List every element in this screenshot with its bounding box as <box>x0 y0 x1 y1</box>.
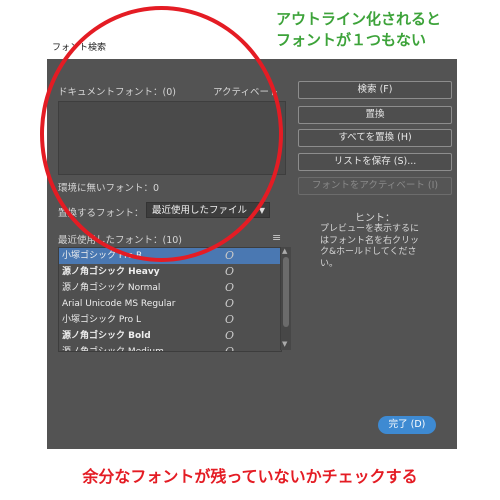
hint-body: プレビューを表示するにはフォント名を右クリック&ホールドしてください。 <box>320 224 420 269</box>
document-fonts-label: ドキュメントフォント：(0) <box>58 87 176 98</box>
font-list-item[interactable]: 小塚ゴシック Pro R O <box>59 248 281 264</box>
font-name: 小塚ゴシック Pro R <box>62 251 143 261</box>
list-options-icon[interactable]: ≡ <box>272 231 281 244</box>
opentype-icon: O <box>225 313 235 326</box>
opentype-icon: O <box>225 297 235 310</box>
opentype-icon: O <box>225 249 235 262</box>
missing-fonts-label: 環境に無いフォント：0 <box>58 183 160 194</box>
find-button[interactable]: 検索 (F) <box>298 81 452 99</box>
replace-with-label: 置換するフォント： <box>58 208 144 219</box>
annotation-green-line1: アウトライン化されると <box>276 10 442 28</box>
font-list-item[interactable]: Arial Unicode MS Regular O <box>59 296 281 312</box>
replace-button[interactable]: 置換 <box>298 106 452 124</box>
hint-title: ヒント： <box>355 213 395 224</box>
opentype-icon: O <box>225 345 235 352</box>
font-list-item[interactable]: 源ノ角ゴシック Heavy O <box>59 264 281 280</box>
font-name: 源ノ角ゴシック Normal <box>62 283 161 293</box>
font-name: 源ノ角ゴシック Bold <box>62 331 151 341</box>
opentype-icon: O <box>225 281 235 294</box>
annotation-red-note: 余分なフォントが残っていないかチェックする <box>82 467 418 486</box>
scrollbar-thumb[interactable] <box>283 257 289 327</box>
scroll-down-icon[interactable]: ▼ <box>282 340 287 348</box>
replace-with-select[interactable]: 最近使用したファイル ▼ <box>146 202 270 218</box>
activate-column-header: アクティベート <box>213 87 279 98</box>
font-name: 源ノ角ゴシック Heavy <box>62 267 160 277</box>
recent-fonts-list[interactable]: 小塚ゴシック Pro R O 源ノ角ゴシック Heavy O 源ノ角ゴシック Norma… <box>58 247 282 352</box>
annotation-green-note: アウトライン化されると フォントが１つもない <box>276 9 441 51</box>
scroll-up-icon[interactable]: ▲ <box>282 247 287 255</box>
chevron-down-icon: ▼ <box>258 206 265 215</box>
annotation-green-line2: フォントが１つもない <box>276 31 427 49</box>
font-name: 源ノ角ゴシック Medium <box>62 347 164 352</box>
replace-with-value: 最近使用したファイル <box>152 205 248 216</box>
opentype-icon: O <box>225 265 235 278</box>
font-list-item[interactable]: 源ノ角ゴシック Bold O <box>59 328 281 344</box>
recent-fonts-scrollbar[interactable]: ▲ ▼ <box>280 247 291 350</box>
font-list-item[interactable]: 小塚ゴシック Pro L O <box>59 312 281 328</box>
font-list-item[interactable]: 源ノ角ゴシック Medium O <box>59 344 281 352</box>
replace-all-button[interactable]: すべてを置換 (H) <box>298 129 452 147</box>
done-button[interactable]: 完了 (D) <box>378 416 436 434</box>
activate-fonts-button[interactable]: フォントをアクティベート (I) <box>298 177 452 195</box>
font-list-item[interactable]: 源ノ角ゴシック Normal O <box>59 280 281 296</box>
opentype-icon: O <box>225 329 235 342</box>
font-name: Arial Unicode MS Regular <box>62 299 176 309</box>
font-name: 小塚ゴシック Pro L <box>62 315 142 325</box>
window-title: フォント検索 <box>52 43 107 53</box>
save-list-button[interactable]: リストを保存 (S)... <box>298 153 452 171</box>
document-fonts-list[interactable] <box>58 101 286 175</box>
recent-fonts-label: 最近使用したフォント：(10) <box>58 235 183 246</box>
